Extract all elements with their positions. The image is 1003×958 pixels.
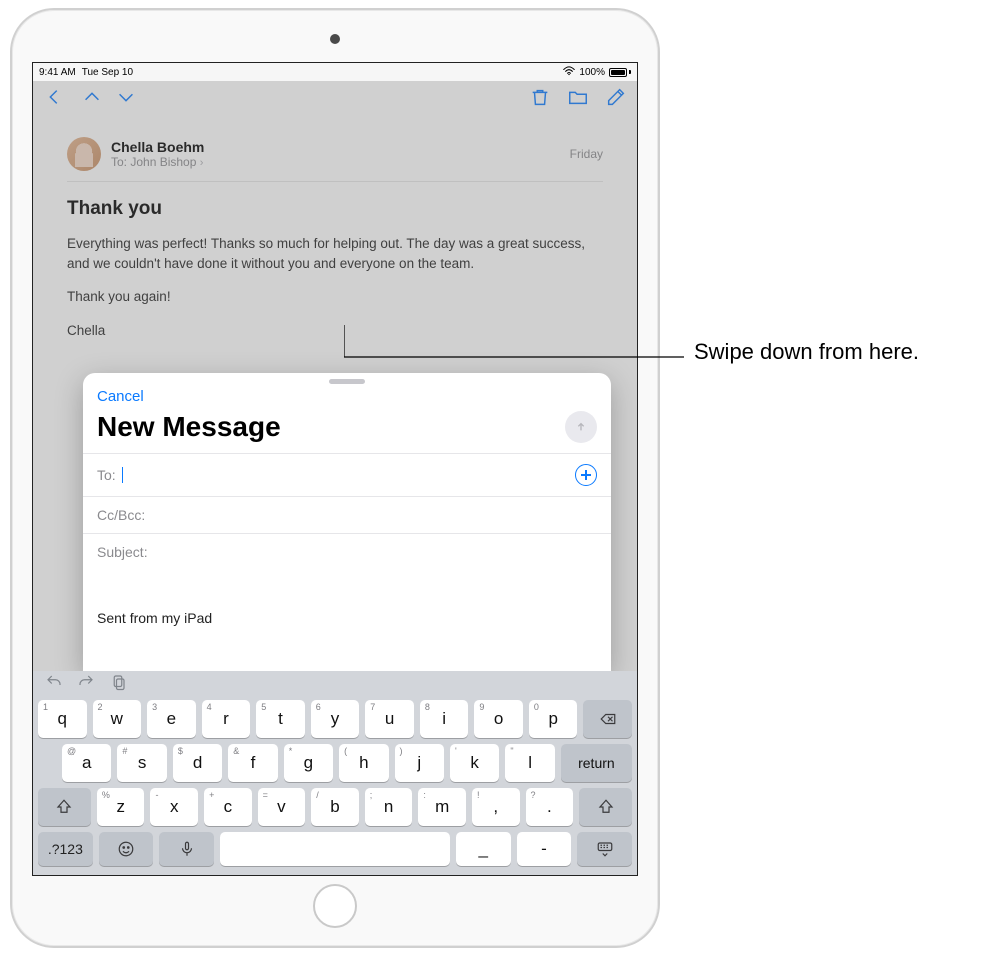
- key-c[interactable]: +c: [204, 788, 252, 826]
- dictation-key[interactable]: [159, 832, 214, 866]
- avatar[interactable]: [67, 137, 101, 171]
- status-bar: 9:41 AM Tue Sep 10 100%: [33, 63, 637, 81]
- key-k[interactable]: 'k: [450, 744, 499, 782]
- trash-icon[interactable]: [529, 86, 551, 113]
- keyboard: 1q2w3e4r5t6y7u8i9o0p @a#s$d&f*g(h)j'k"l …: [33, 671, 637, 875]
- to-field[interactable]: To:: [83, 453, 611, 496]
- undo-icon[interactable]: [45, 673, 63, 696]
- key-v[interactable]: =v: [258, 788, 306, 826]
- home-button[interactable]: [313, 884, 357, 928]
- paste-icon[interactable]: [109, 673, 127, 696]
- key-e[interactable]: 3e: [147, 700, 196, 738]
- emoji-key[interactable]: [99, 832, 154, 866]
- battery-icon: [609, 68, 631, 77]
- key-l[interactable]: "l: [505, 744, 554, 782]
- wifi-icon: [563, 66, 575, 79]
- key-p[interactable]: 0p: [529, 700, 578, 738]
- dismiss-keyboard-key[interactable]: [577, 832, 632, 866]
- mail-toolbar: [33, 81, 637, 117]
- chevron-right-icon: ›: [200, 157, 204, 169]
- send-button[interactable]: [565, 411, 597, 443]
- key-m[interactable]: :m: [418, 788, 466, 826]
- key-a[interactable]: @a: [62, 744, 111, 782]
- mail-message-card: Chella Boehm To: John Bishop › Friday Th…: [49, 125, 621, 378]
- status-date: Tue Sep 10: [82, 67, 133, 78]
- return-key[interactable]: return: [561, 744, 632, 782]
- dash-key[interactable]: -: [517, 832, 572, 866]
- key-s[interactable]: #s: [117, 744, 166, 782]
- redo-icon[interactable]: [77, 673, 95, 696]
- add-contact-icon[interactable]: [575, 464, 597, 486]
- compose-title: New Message: [97, 411, 565, 443]
- to-recipient: John Bishop: [130, 155, 196, 169]
- key-h[interactable]: (h: [339, 744, 388, 782]
- key-z[interactable]: %z: [97, 788, 145, 826]
- cc-bcc-field[interactable]: Cc/Bcc:: [83, 496, 611, 533]
- front-camera: [330, 34, 340, 44]
- sheet-grabber[interactable]: [329, 379, 365, 384]
- delete-key[interactable]: [583, 700, 632, 738]
- ipad-device-frame: 9:41 AM Tue Sep 10 100%: [10, 8, 660, 948]
- key-j[interactable]: )j: [395, 744, 444, 782]
- annotation-text: Swipe down from here.: [694, 339, 919, 365]
- key-t[interactable]: 5t: [256, 700, 305, 738]
- compose-body[interactable]: Sent from my iPad: [83, 570, 611, 671]
- body-paragraph: Thank you again!: [67, 287, 587, 307]
- space-key[interactable]: [220, 832, 450, 866]
- key-f[interactable]: &f: [228, 744, 277, 782]
- to-field-label: To:: [97, 467, 116, 483]
- key-o[interactable]: 9o: [474, 700, 523, 738]
- message-body: Everything was perfect! Thanks so much f…: [67, 234, 587, 340]
- previous-message-icon[interactable]: [81, 86, 103, 113]
- shift-key[interactable]: [579, 788, 632, 826]
- key-i[interactable]: 8i: [420, 700, 469, 738]
- status-time: 9:41 AM: [39, 67, 76, 78]
- key-x[interactable]: -x: [150, 788, 198, 826]
- key-g[interactable]: *g: [284, 744, 333, 782]
- message-date: Friday: [570, 147, 603, 161]
- cc-bcc-label: Cc/Bcc:: [97, 507, 145, 523]
- numbers-key[interactable]: .?123: [38, 832, 93, 866]
- screen: 9:41 AM Tue Sep 10 100%: [32, 62, 638, 876]
- key-q[interactable]: 1q: [38, 700, 87, 738]
- underscore-key[interactable]: _: [456, 832, 511, 866]
- email-signature: Sent from my iPad: [97, 610, 597, 626]
- key-d[interactable]: $d: [173, 744, 222, 782]
- message-subject: Thank you: [67, 198, 603, 220]
- key-.[interactable]: ?.: [526, 788, 574, 826]
- key-n[interactable]: ;n: [365, 788, 413, 826]
- back-icon[interactable]: [43, 86, 65, 113]
- subject-label: Subject:: [97, 544, 148, 560]
- key-r[interactable]: 4r: [202, 700, 251, 738]
- key-w[interactable]: 2w: [93, 700, 142, 738]
- key-u[interactable]: 7u: [365, 700, 414, 738]
- folder-icon[interactable]: [567, 86, 589, 113]
- key-y[interactable]: 6y: [311, 700, 360, 738]
- body-paragraph: Everything was perfect! Thanks so much f…: [67, 234, 587, 273]
- keyboard-accessory-bar: [33, 671, 637, 697]
- body-signature: Chella: [67, 321, 587, 341]
- cancel-button[interactable]: Cancel: [97, 388, 144, 405]
- to-label: To:: [111, 155, 127, 169]
- key-b[interactable]: /b: [311, 788, 359, 826]
- text-cursor: [122, 467, 124, 483]
- compose-icon[interactable]: [605, 86, 627, 113]
- compose-sheet: Cancel New Message To: Cc/Bcc: Subject:: [83, 373, 611, 671]
- to-line[interactable]: To: John Bishop ›: [111, 155, 560, 169]
- key-,[interactable]: !,: [472, 788, 520, 826]
- from-name[interactable]: Chella Boehm: [111, 139, 560, 155]
- subject-field[interactable]: Subject:: [83, 533, 611, 570]
- battery-percent: 100%: [579, 67, 605, 78]
- next-message-icon[interactable]: [115, 86, 137, 113]
- shift-key[interactable]: [38, 788, 91, 826]
